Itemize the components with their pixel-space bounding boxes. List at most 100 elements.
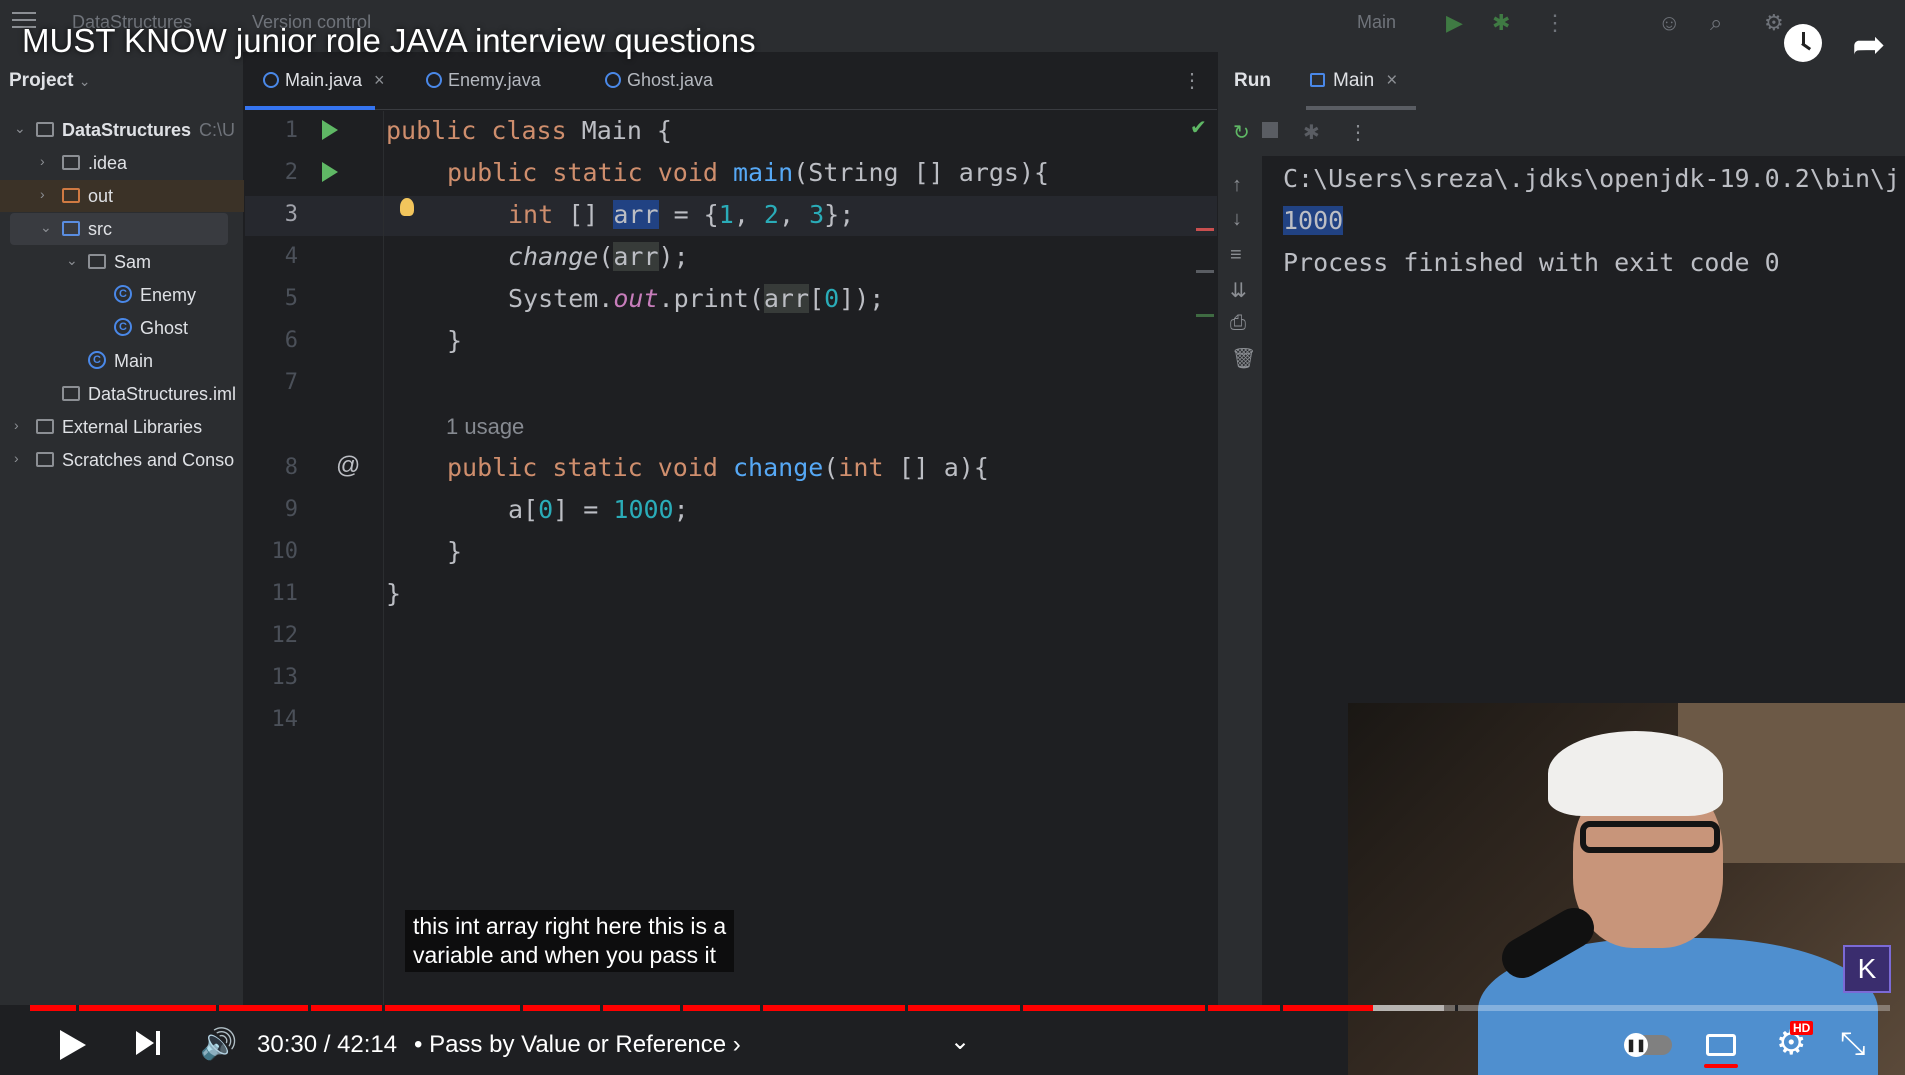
video-title[interactable]: MUST KNOW junior role JAVA interview que… [22,22,756,60]
tree-item-scratches-and-conso[interactable]: › Scratches and Conso [0,444,244,476]
scroll-to-end-icon[interactable]: ⇊ [1230,278,1247,303]
line-number[interactable]: 7 [248,370,298,395]
tree-item-label: Scratches and Conso [62,450,235,470]
tab-options-icon[interactable]: ⋮ [1182,68,1202,93]
chevron-down-icon[interactable]: ⌄ [14,120,26,137]
chevron-down-icon[interactable]: ⌄ [950,1027,970,1056]
code-line-4: change(arr); [508,242,689,271]
tree-item-idea[interactable]: › .idea [0,147,244,179]
stop-icon[interactable] [1262,122,1278,138]
module-icon [36,122,54,137]
search-icon[interactable]: ⌕ [1710,10,1722,36]
debug-icon[interactable]: ✱ [1303,120,1320,145]
line-number[interactable]: 6 [248,328,298,353]
tree-item-enemy[interactable]: C Enemy [0,279,244,311]
run-main-icon[interactable] [322,162,338,182]
play-button[interactable] [60,1030,86,1060]
next-bar-icon[interactable] [156,1031,160,1055]
run-config-selector[interactable]: Main [1357,12,1396,33]
close-icon[interactable]: × [1386,70,1397,91]
lightbulb-icon[interactable] [400,198,414,216]
tree-item-datastructures[interactable]: ⌄ DataStructures C:\U [0,114,244,146]
chevron-down-icon[interactable]: ⌄ [40,219,52,236]
stripe-mark[interactable] [1196,270,1214,273]
line-number[interactable]: 9 [248,497,298,522]
usage-hint[interactable]: 1 usage [446,414,524,440]
selected-identifier: arr [613,200,659,229]
chevron-right-icon[interactable]: › [14,417,19,433]
add-user-icon[interactable]: ☺ [1658,10,1680,36]
project-view-selector[interactable]: Project ⌄ [9,70,90,92]
line-number[interactable]: 8 [248,455,298,480]
code-line-8: public static void change(int [] a){ [447,453,989,482]
console-line: C:\Users\sreza\.jdks\openjdk-19.0.2\bin\… [1283,164,1901,193]
active-tab-indicator [245,106,375,110]
chevron-right-icon[interactable]: › [40,186,45,202]
tree-item-label: DataStructures C:\U [62,120,236,140]
line-number[interactable]: 14 [248,707,299,732]
tree-item-datastructures-iml[interactable]: DataStructures.iml [0,378,244,410]
run-icon[interactable]: ▶ [1446,10,1463,36]
more-icon[interactable]: ⋮ [1348,120,1368,145]
soft-wrap-icon[interactable]: ≡ [1230,244,1242,267]
editor-tab-bar: Main.java × Enemy.java Ghost.java [245,52,1217,110]
subtitles-button[interactable] [1706,1034,1736,1056]
hd-badge: HD [1790,1021,1814,1035]
close-icon[interactable]: × [374,70,385,90]
exit-fullscreen-icon[interactable]: ⤡ [1840,1025,1866,1063]
stripe-mark[interactable] [1196,314,1214,317]
line-number[interactable]: 12 [248,623,299,648]
line-number[interactable]: 13 [248,665,299,690]
tree-item-ghost[interactable]: C Ghost [0,312,244,344]
tree-item-out[interactable]: › out [0,180,244,212]
next-icon[interactable] [136,1031,154,1055]
trash-icon[interactable]: 🗑 [1231,346,1256,371]
class-icon: C [114,318,132,336]
chevron-right-icon[interactable]: › [40,153,45,169]
share-icon[interactable]: ➦ [1852,22,1886,68]
line-number[interactable]: 4 [248,244,298,269]
usages-icon[interactable]: @ [336,452,360,480]
chapter-title[interactable]: • Pass by Value or Reference › [414,1031,741,1059]
print-icon[interactable]: ⎙ [1230,312,1246,335]
line-number[interactable]: 1 [248,118,298,143]
tree-item-sam[interactable]: ⌄ Sam [0,246,244,278]
chevron-right-icon[interactable]: › [14,450,19,466]
code-editor[interactable] [245,111,1217,1005]
line-number[interactable]: 10 [248,539,299,564]
up-arrow-icon[interactable]: ↑ [1232,174,1242,197]
volume-icon[interactable]: 🔊 [200,1027,237,1062]
tab-enemy-java[interactable]: Enemy.java [426,70,541,91]
line-number[interactable]: 3 [248,202,298,227]
tab-label: Ghost.java [627,70,714,90]
chevron-down-icon[interactable]: ⌄ [66,252,78,269]
line-number[interactable]: 11 [248,581,299,606]
more-actions-icon[interactable]: ⋮ [1544,10,1566,36]
tree-item-label: Sam [114,252,152,272]
autoplay-toggle[interactable]: ❚❚ [1624,1033,1672,1057]
rerun-icon[interactable]: ↻ [1233,120,1250,145]
class-icon [263,72,279,88]
folder-excluded-icon [62,188,80,203]
down-arrow-icon[interactable]: ↓ [1232,208,1242,231]
run-tab-main[interactable]: Main × [1310,70,1397,92]
watch-later-icon[interactable] [1784,24,1822,62]
error-stripe-mark[interactable] [1196,228,1214,231]
tree-item-main[interactable]: C Main [0,345,244,377]
tree-item-label: Enemy [140,285,197,305]
run-class-icon[interactable] [322,120,338,140]
line-number[interactable]: 2 [248,160,298,185]
code-line-6: } [447,326,463,355]
no-problems-check-icon[interactable]: ✔ [1190,115,1207,140]
tree-item-src[interactable]: ⌄ src [10,213,228,245]
tree-item-external-libraries[interactable]: › External Libraries [0,411,244,443]
code-line-1: public class Main { [386,116,672,145]
gear-icon[interactable]: ⚙ [1764,10,1784,36]
run-tab-label: Main [1333,70,1375,91]
tab-main-java[interactable]: Main.java × [263,70,385,91]
debug-icon[interactable]: ✱ [1492,10,1510,36]
console-output-value: 1000 [1283,206,1344,235]
package-icon [88,254,106,269]
line-number[interactable]: 5 [248,286,298,311]
tab-ghost-java[interactable]: Ghost.java [605,70,713,91]
